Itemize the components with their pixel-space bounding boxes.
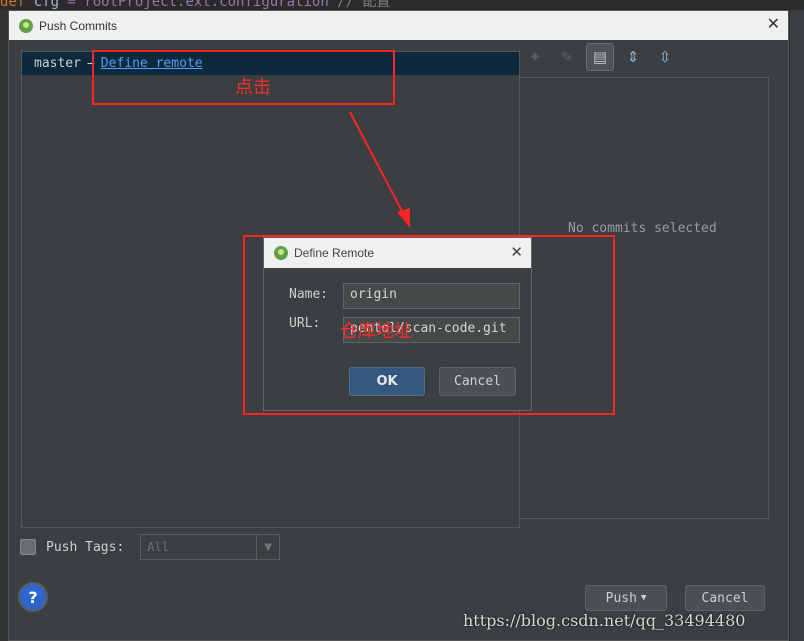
url-label: URL: [289, 316, 321, 331]
define-remote-title: Define Remote [294, 246, 375, 260]
android-studio-icon [274, 246, 288, 260]
dialog-cancel-button[interactable]: Cancel [439, 367, 516, 396]
annotation-url-note: 仓库地址 [340, 321, 412, 342]
define-remote-titlebar: Define Remote ✕ [264, 238, 531, 268]
watermark: https://blog.csdn.net/qq_33494480 [463, 611, 746, 630]
name-input[interactable]: origin [343, 283, 520, 309]
ok-button[interactable]: OK [349, 367, 425, 396]
name-label: Name: [289, 287, 329, 302]
close-icon[interactable]: ✕ [510, 243, 523, 261]
